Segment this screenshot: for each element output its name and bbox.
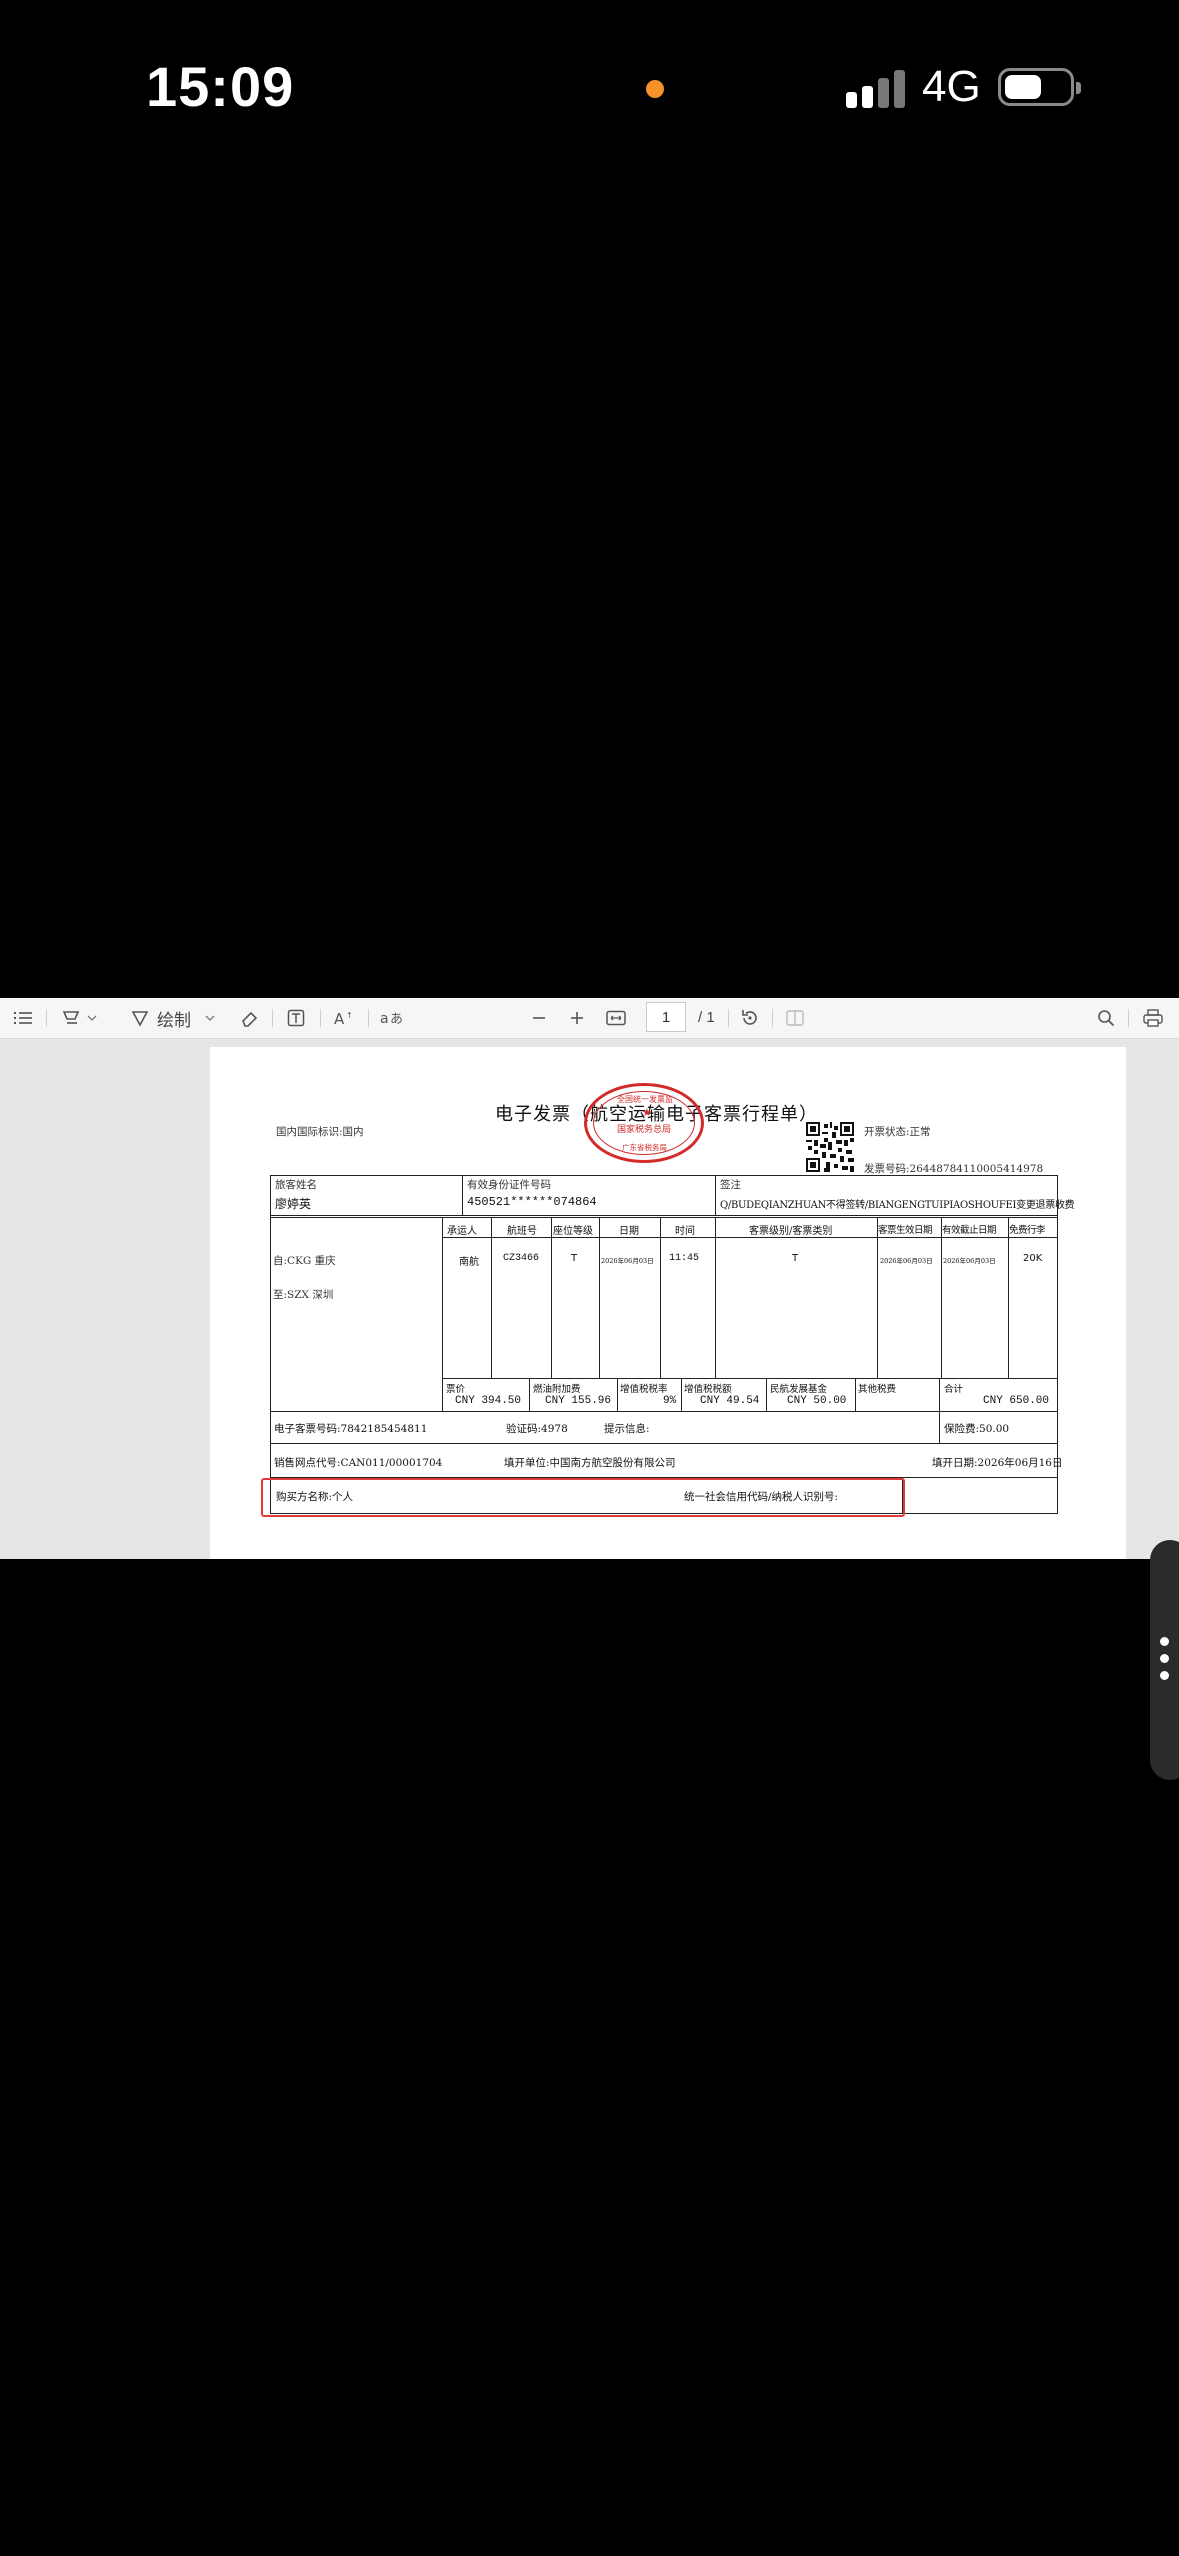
fit-width-icon[interactable]	[602, 1002, 630, 1034]
flight-valid-until: 2026年06月03日	[943, 1257, 996, 1265]
battery-icon	[998, 68, 1081, 106]
fee-vat-amount-label: 增值税税额	[684, 1384, 732, 1395]
svg-text:↑: ↑	[346, 1011, 353, 1020]
pen-icon	[131, 1011, 149, 1027]
fee-vat-rate-label: 增值税税率	[620, 1384, 668, 1395]
translate-icon[interactable]: aあ	[376, 1002, 408, 1034]
agent-code: 销售网点代号:CAN011/00001704	[274, 1457, 443, 1469]
highlighter-icon	[62, 1011, 80, 1024]
zoom-out-icon[interactable]	[526, 1002, 552, 1034]
fee-total-label: 合计	[944, 1384, 964, 1395]
id-label: 有效身份证件号码	[467, 1179, 551, 1191]
pdf-toolbar: 绘制 A ↑ aあ 1 / 1	[0, 998, 1179, 1039]
notice: 提示信息:	[604, 1423, 650, 1435]
network-type: 4G	[922, 62, 981, 111]
page-number-input[interactable]: 1	[646, 1002, 686, 1032]
col-seat-class: 座位等级	[553, 1226, 593, 1237]
page-view-icon[interactable]	[782, 1002, 808, 1034]
fee-vat-amount-value: CNY 49.54	[700, 1395, 760, 1407]
col-carrier: 承运人	[447, 1226, 477, 1237]
fee-other-label: 其他税费	[858, 1384, 897, 1395]
draw-label: 绘制	[157, 1010, 191, 1031]
col-valid-from: 客票生效日期	[878, 1225, 933, 1236]
eraser-icon[interactable]	[236, 1002, 262, 1034]
fee-fuel-label: 燃油附加费	[533, 1384, 581, 1395]
eticket-number: 电子客票号码:7842185454811	[274, 1423, 428, 1435]
col-fare-basis: 客票级别/客票类别	[749, 1226, 833, 1237]
col-valid-until: 有效截止日期	[942, 1225, 997, 1236]
fee-vat-rate-value: 9%	[663, 1395, 677, 1407]
qr-code	[806, 1122, 854, 1172]
issuer: 填开单位:中国南方航空股份有限公司	[504, 1457, 676, 1469]
rotate-icon[interactable]	[736, 1002, 764, 1034]
fee-caac-fund-value: CNY 50.00	[787, 1395, 847, 1407]
col-date: 日期	[619, 1226, 639, 1237]
flight-valid-from: 2026年06月03日	[880, 1257, 933, 1265]
side-panel-handle[interactable]	[1150, 1540, 1179, 1780]
signal-strength-icon	[846, 68, 908, 108]
draw-tool-button[interactable]: 绘制	[128, 1002, 218, 1034]
flight-baggage: 20K	[1023, 1253, 1043, 1264]
fee-caac-fund-label: 民航发展基金	[770, 1384, 828, 1395]
col-baggage: 免费行李	[1009, 1225, 1046, 1236]
verification-code: 验证码:4978	[506, 1423, 568, 1435]
seal-middle-text: 国家税务总局	[617, 1125, 672, 1135]
seal-bottom-text: 广东省税务局	[622, 1143, 667, 1152]
flight-number: CZ3466	[503, 1253, 540, 1264]
flight-time: 11:45	[669, 1253, 700, 1264]
invoice-number: 发票号码:26448784110005414978	[864, 1163, 1044, 1175]
col-flight-no: 航班号	[507, 1226, 537, 1237]
outline-list-icon[interactable]	[10, 1002, 36, 1034]
font-size-icon[interactable]: A ↑	[330, 1002, 360, 1034]
flight-fare-basis: T	[792, 1253, 799, 1264]
svg-text:a: a	[380, 1011, 389, 1027]
flight-seat-class: T	[571, 1253, 578, 1264]
id-value: 450521******074864	[467, 1195, 597, 1209]
issue-status: 开票状态:正常	[864, 1126, 931, 1138]
passenger-name: 廖婷英	[275, 1197, 312, 1211]
search-icon[interactable]	[1092, 1002, 1120, 1034]
flight-date: 2026年06月03日	[601, 1257, 654, 1265]
fee-fare-label: 票价	[446, 1384, 466, 1395]
col-time: 时间	[675, 1226, 695, 1237]
status-time: 15:09	[146, 55, 295, 118]
svg-text:A: A	[334, 1010, 345, 1027]
endorse-value: Q/BUDEQIANZHUAN不得签转/BIANGENGTUIPIAOSHOUF…	[720, 1200, 1075, 1211]
issue-date: 填开日期:2026年06月16日	[932, 1457, 1063, 1469]
highlight-annotation[interactable]	[261, 1478, 905, 1517]
fee-fare-value: CNY 394.50	[455, 1395, 522, 1407]
passenger-label: 旅客姓名	[275, 1179, 317, 1191]
domestic-flag: 国内国际标识:国内	[276, 1126, 364, 1138]
chevron-down-icon	[205, 1015, 215, 1021]
route-from: 自:CKG 重庆	[273, 1255, 336, 1267]
route-to: 至:SZX 深圳	[273, 1289, 334, 1301]
highlight-tool-button[interactable]	[56, 1002, 102, 1034]
svg-text:あ: あ	[390, 1012, 403, 1027]
tax-bureau-seal: 全国统一发票监 ★ 国家税务总局 广东省税务局	[584, 1083, 704, 1163]
print-icon[interactable]	[1138, 1002, 1168, 1034]
privacy-indicator-dot	[646, 80, 664, 98]
flight-carrier: 南航	[459, 1257, 479, 1268]
seal-top-text: 全国统一发票监	[617, 1095, 673, 1104]
chevron-down-icon	[87, 1015, 97, 1021]
text-box-icon[interactable]	[282, 1002, 310, 1034]
zoom-in-icon[interactable]	[564, 1002, 590, 1034]
insurance: 保险费:50.00	[944, 1423, 1010, 1435]
fee-fuel-value: CNY 155.96	[545, 1395, 612, 1407]
fee-total-value: CNY 650.00	[983, 1395, 1050, 1407]
page-total: / 1	[698, 1009, 715, 1026]
endorse-label: 签注	[720, 1179, 741, 1191]
